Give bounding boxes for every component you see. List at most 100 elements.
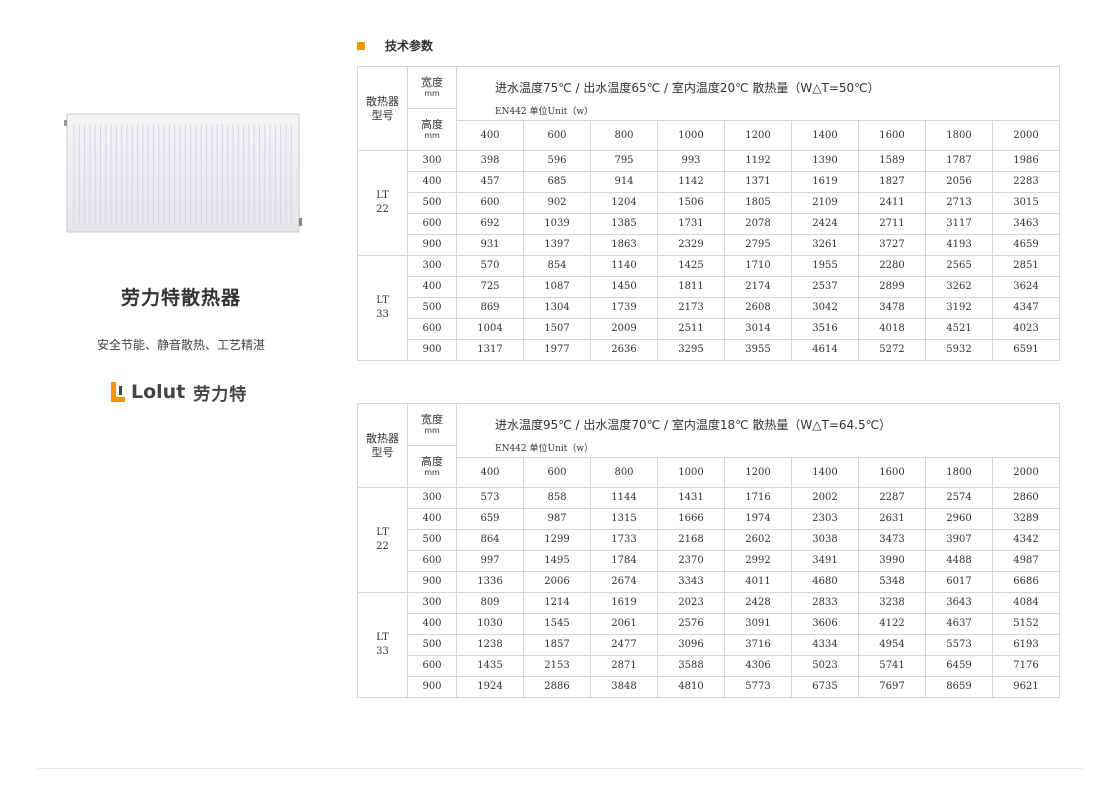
heat-output-cell: 2006 [523, 571, 591, 593]
width-value: 800 [590, 457, 658, 488]
heat-output-cell: 3192 [925, 297, 993, 319]
height-value: 300 [407, 592, 457, 614]
model-header: 散热器型号 [357, 403, 408, 488]
table-row: 400 725 1087 1450 1811 2174 2537 2899 3262 3624 [358, 276, 1060, 298]
heat-output-cell: 2960 [925, 508, 993, 530]
heat-output-cell: 2711 [858, 213, 926, 235]
heat-output-cell: 6017 [925, 571, 993, 593]
product-title: 劳力特散热器 [120, 287, 241, 309]
heat-output-cell: 2287 [858, 487, 926, 509]
heat-output-cell: 4521 [925, 318, 993, 340]
heat-output-cell: 1955 [791, 255, 859, 277]
section-header: 技术参数 [357, 37, 433, 54]
width-header: 宽度 mm [407, 66, 457, 109]
heat-output-cell: 4306 [724, 655, 792, 677]
heat-output-cell: 3624 [992, 276, 1060, 298]
table-row: 900 931 1397 1863 2329 2795 3261 3727 4193 4659 [358, 234, 1060, 256]
heat-output-cell: 3289 [992, 508, 1060, 530]
heat-output-cell: 2674 [590, 571, 658, 593]
heat-output-cell: 1140 [590, 255, 658, 277]
condition-text: 进水温度95℃ / 出水温度70℃ / 室内温度18℃ 散热量（W△T=64.5… [495, 418, 892, 432]
heat-output-cell: 795 [590, 150, 658, 172]
heat-output-cell: 692 [456, 213, 524, 235]
heat-output-cell: 5272 [858, 339, 926, 361]
heat-output-cell: 931 [456, 234, 524, 256]
heat-output-cell: 3727 [858, 234, 926, 256]
table-row: 900 1924 2886 3848 4810 5773 6735 7697 8659 9621 [358, 676, 1060, 698]
heat-output-cell: 858 [523, 487, 591, 509]
heat-output-cell: 573 [456, 487, 524, 509]
heat-output-cell: 4954 [858, 634, 926, 656]
heat-output-cell: 1784 [590, 550, 658, 572]
heat-output-cell: 2424 [791, 213, 859, 235]
heat-output-cell: 1733 [590, 529, 658, 551]
heat-output-cell: 4122 [858, 613, 926, 635]
width-unit: mm [424, 89, 440, 98]
table-row: 600 1004 1507 2009 2511 3014 3516 4018 4521 4023 [358, 318, 1060, 340]
heat-output-cell: 2280 [858, 255, 926, 277]
heat-output-cell: 1974 [724, 508, 792, 530]
heat-output-cell: 2283 [992, 171, 1060, 193]
width-unit: mm [424, 426, 440, 435]
table-row: LT 22 300 573 858 1144 1431 1716 2002 2287 2574 28… [357, 487, 1060, 593]
width-value: 1800 [925, 120, 993, 151]
heat-output-cell: 1450 [590, 276, 658, 298]
heat-output-cell: 725 [456, 276, 524, 298]
height-value: 300 [407, 487, 457, 509]
heat-output-cell: 570 [456, 255, 524, 277]
heat-output-cell: 2023 [657, 592, 725, 614]
heat-output-cell: 3343 [657, 571, 725, 593]
spec-table-2: 散热器型号 宽度 mm 进水温度95℃ / 出水温度70℃ / 室内温度18℃ 散热量… [357, 402, 1060, 698]
heat-output-cell: 5932 [925, 339, 993, 361]
table-row: 500 869 1304 1739 2173 2608 3042 3478 3192 4347 [358, 297, 1060, 319]
heat-output-cell: 4637 [925, 613, 993, 635]
heat-output-cell: 6591 [992, 339, 1060, 361]
heat-output-cell: 2992 [724, 550, 792, 572]
heat-output-cell: 2329 [657, 234, 725, 256]
heat-output-cell: 2411 [858, 192, 926, 214]
heat-output-cell: 2899 [858, 276, 926, 298]
model-header-label: 散热器型号 [366, 431, 399, 459]
heat-output-cell: 3955 [724, 339, 792, 361]
model-cell: LT 22 [357, 150, 408, 256]
model-header: 散热器型号 [357, 66, 408, 151]
heat-output-cell: 4084 [992, 592, 1060, 614]
heat-output-cell: 2713 [925, 192, 993, 214]
heat-output-cell: 4680 [791, 571, 859, 593]
heat-output-cell: 1739 [590, 297, 658, 319]
height-value: 400 [407, 508, 457, 530]
heat-output-cell: 854 [523, 255, 591, 277]
heat-output-cell: 3516 [791, 318, 859, 340]
height-value: 600 [407, 550, 457, 572]
heat-output-cell: 3463 [992, 213, 1060, 235]
height-value: 900 [407, 339, 457, 361]
height-value: 500 [407, 192, 457, 214]
heat-output-cell: 1192 [724, 150, 792, 172]
heat-output-cell: 1710 [724, 255, 792, 277]
heat-output-cell: 1977 [523, 339, 591, 361]
table-row: 500 600 902 1204 1506 1805 2109 2411 2713 3015 [358, 192, 1060, 214]
width-value: 2000 [992, 457, 1060, 488]
heat-output-cell: 9621 [992, 676, 1060, 698]
height-value: 300 [407, 255, 457, 277]
heat-output-cell: 5152 [992, 613, 1060, 635]
heat-output-cell: 1619 [791, 171, 859, 193]
width-header-label: 宽度 [421, 76, 443, 89]
height-header: 高度 mm [407, 108, 457, 151]
heat-output-cell: 3491 [791, 550, 859, 572]
heat-output-cell: 987 [523, 508, 591, 530]
heat-output-cell: 1425 [657, 255, 725, 277]
heat-output-cell: 1336 [456, 571, 524, 593]
heat-output-cell: 6193 [992, 634, 1060, 656]
height-value: 900 [407, 676, 457, 698]
heat-output-cell: 2574 [925, 487, 993, 509]
heat-output-cell: 1385 [590, 213, 658, 235]
heat-output-cell: 3042 [791, 297, 859, 319]
heat-output-cell: 2631 [858, 508, 926, 530]
width-value: 1400 [791, 457, 859, 488]
heat-output-cell: 5741 [858, 655, 926, 677]
heat-output-cell: 1435 [456, 655, 524, 677]
heat-output-cell: 4342 [992, 529, 1060, 551]
heat-output-cell: 1030 [456, 613, 524, 635]
table-row: 500 864 1299 1733 2168 2602 3038 3473 3907 4342 [358, 529, 1060, 551]
